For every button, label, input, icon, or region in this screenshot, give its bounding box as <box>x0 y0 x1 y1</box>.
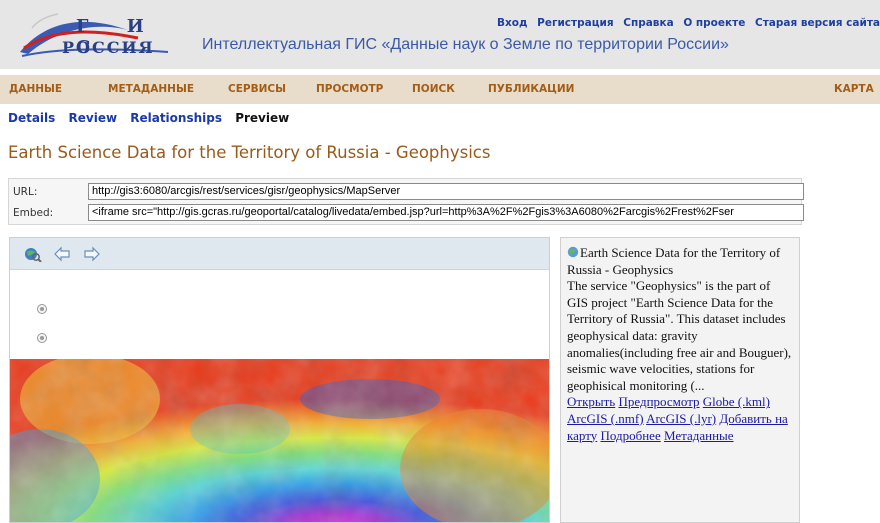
site-title: Интеллектуальная ГИС «Данные наук о Земл… <box>202 36 729 53</box>
service-globe-icon <box>567 246 579 258</box>
help-link[interactable]: Справка <box>623 17 673 29</box>
zoom-in-icon[interactable] <box>37 304 47 314</box>
details-link[interactable]: Подробнее <box>600 428 660 443</box>
open-link[interactable]: Открыть <box>567 394 615 409</box>
tab-relationships[interactable]: Relationships <box>130 111 222 125</box>
forward-arrow-icon[interactable] <box>83 246 101 262</box>
full-extent-icon[interactable] <box>24 246 42 263</box>
globe-kml-link[interactable]: Globe (.kml) <box>703 394 770 409</box>
tab-preview[interactable]: Preview <box>235 111 289 125</box>
url-embed-box: URL: http://gis3:6080/arcgis/rest/servic… <box>8 178 804 225</box>
embed-field[interactable]: <iframe src="http://gis.gcras.ru/geoport… <box>88 204 804 221</box>
info-title: Earth Science Data for the Territory of … <box>567 245 781 277</box>
tab-review[interactable]: Review <box>69 111 118 125</box>
site-header: Г И С РОССИЯ Интеллектуальная ГИС «Данны… <box>0 0 880 69</box>
map-canvas[interactable] <box>10 271 549 522</box>
geophysics-raster-map[interactable] <box>10 359 549 522</box>
arcgis-lyr-link[interactable]: ArcGIS (.lyr) <box>646 411 716 426</box>
about-link[interactable]: О проекте <box>683 17 745 29</box>
nav-item-metadata[interactable]: МЕТАДАННЫЕ <box>108 83 194 95</box>
nav-item-services[interactable]: СЕРВИСЫ <box>228 83 286 95</box>
nav-item-view[interactable]: ПРОСМОТР <box>316 83 383 95</box>
logo-bottom-text: РОССИЯ <box>62 38 155 57</box>
map-preview-panel <box>9 237 550 523</box>
zoom-out-icon[interactable] <box>37 333 47 343</box>
url-label: URL: <box>13 186 38 198</box>
old-site-link[interactable]: Старая версия сайта <box>755 17 880 29</box>
preview-link[interactable]: Предпросмотр <box>618 394 699 409</box>
info-links: Открыть Предпросмотр Globe (.kml) ArcGIS… <box>567 394 793 444</box>
map-toolbar <box>10 238 549 270</box>
top-links: Вход Регистрация Справка О проекте Стара… <box>491 17 880 29</box>
page-title: Earth Science Data for the Territory of … <box>8 143 491 162</box>
nav-item-data[interactable]: ДАННЫЕ <box>9 83 62 95</box>
gis-russia-logo[interactable]: Г И С РОССИЯ <box>18 8 198 62</box>
tab-details[interactable]: Details <box>8 111 55 125</box>
embed-label: Embed: <box>13 207 54 219</box>
login-link[interactable]: Вход <box>497 17 527 29</box>
register-link[interactable]: Регистрация <box>537 17 613 29</box>
back-arrow-icon[interactable] <box>53 246 71 262</box>
main-nav: ДАННЫЕ МЕТАДАННЫЕ СЕРВИСЫ ПРОСМОТР ПОИСК… <box>0 75 880 104</box>
url-field[interactable]: http://gis3:6080/arcgis/rest/services/gi… <box>88 183 804 200</box>
nav-item-map[interactable]: КАРТА <box>834 83 874 95</box>
arcgis-nmf-link[interactable]: ArcGIS (.nmf) <box>567 411 644 426</box>
record-tabs: Details Review Relationships Preview <box>8 111 298 125</box>
service-info-panel: Earth Science Data for the Territory of … <box>560 237 800 523</box>
metadata-link[interactable]: Метаданные <box>664 428 734 443</box>
nav-item-search[interactable]: ПОИСК <box>412 83 455 95</box>
info-description: The service "Geophysics" is the part of … <box>567 278 792 393</box>
nav-item-publications[interactable]: ПУБЛИКАЦИИ <box>488 83 574 95</box>
